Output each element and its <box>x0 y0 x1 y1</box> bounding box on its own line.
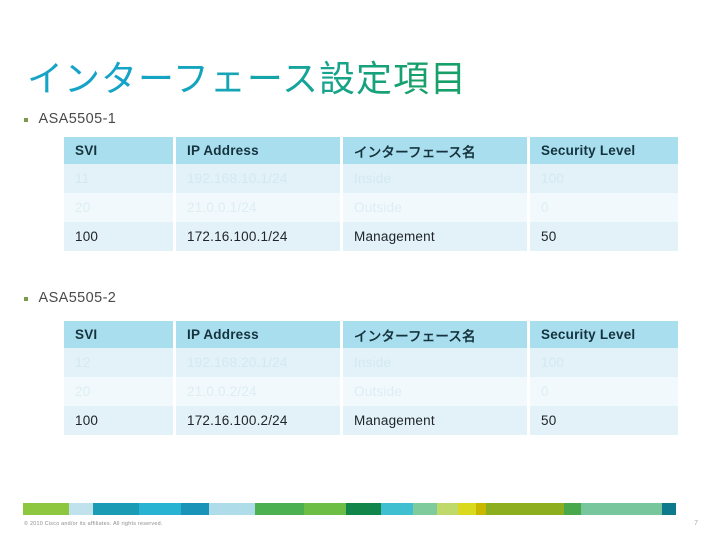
table-row: 100 172.16.100.1/24 Management 50 <box>64 222 678 251</box>
color-bar-segment-1 <box>68 503 94 515</box>
cell-ip-address: 172.16.100.1/24 <box>176 222 343 251</box>
bullet-square-icon <box>24 118 28 122</box>
column-header-interface-name: インターフェース名 <box>343 321 530 348</box>
color-bar-segment-2 <box>93 503 139 515</box>
cell-interface-name: Inside <box>343 348 530 377</box>
color-bar-segment-4 <box>180 503 210 515</box>
page-title: インターフェース設定項目 <box>27 58 468 99</box>
interface-table-asa5505-1: SVI IP Address インターフェース名 Security Level … <box>64 137 678 251</box>
color-bar-segment-0 <box>23 503 69 515</box>
color-bar-segment-14 <box>486 503 564 515</box>
bullet-label: ASA5505-2 <box>38 290 117 306</box>
cell-ip-address: 21.0.0.1/24 <box>176 193 343 222</box>
color-bar-segment-18 <box>675 503 697 515</box>
cell-svi: 100 <box>64 406 176 435</box>
cell-security-level: 0 <box>530 377 678 406</box>
column-header-ip-address: IP Address <box>176 137 343 164</box>
page-number: 7 <box>694 520 698 527</box>
column-header-svi: SVI <box>64 137 176 164</box>
color-bar-segment-16 <box>581 503 662 515</box>
column-header-interface-name: インターフェース名 <box>343 137 530 164</box>
slide-canvas: インターフェース設定項目 ASA5505-1 SVI IP Address イン… <box>0 0 720 540</box>
cell-ip-address: 21.0.0.2/24 <box>176 377 343 406</box>
table-row: 100 172.16.100.2/24 Management 50 <box>64 406 678 435</box>
footer-color-bar <box>23 503 697 515</box>
cell-svi: 12 <box>64 348 176 377</box>
cell-interface-name: Inside <box>343 164 530 193</box>
cell-security-level: 0 <box>530 193 678 222</box>
color-bar-segment-3 <box>138 503 181 515</box>
column-header-ip-address: IP Address <box>176 321 343 348</box>
interface-table-asa5505-2: SVI IP Address インターフェース名 Security Level … <box>64 321 678 435</box>
color-bar-segment-15 <box>563 503 582 515</box>
table-header-row: SVI IP Address インターフェース名 Security Level <box>64 321 678 348</box>
bullet-item-asa5505-2: ASA5505-2 <box>24 290 116 306</box>
cell-ip-address: 192.168.20.1/24 <box>176 348 343 377</box>
table-row: 20 21.0.0.1/24 Outside 0 <box>64 193 678 222</box>
bullet-square-icon <box>24 297 28 301</box>
color-bar-segment-5 <box>209 503 255 515</box>
table-header-row: SVI IP Address インターフェース名 Security Level <box>64 137 678 164</box>
cell-ip-address: 172.16.100.2/24 <box>176 406 343 435</box>
cell-interface-name: Outside <box>343 193 530 222</box>
color-bar-segment-11 <box>437 503 459 515</box>
cell-security-level: 100 <box>530 348 678 377</box>
cell-svi: 20 <box>64 193 176 222</box>
color-bar-segment-12 <box>458 503 476 515</box>
cell-svi: 100 <box>64 222 176 251</box>
color-bar-segment-7 <box>303 503 346 515</box>
cell-security-level: 50 <box>530 406 678 435</box>
cell-security-level: 50 <box>530 222 678 251</box>
color-bar-segment-8 <box>345 503 382 515</box>
color-bar-segment-13 <box>475 503 487 515</box>
color-bar-segment-17 <box>661 503 676 515</box>
color-bar-segment-6 <box>254 503 304 515</box>
table-row: 20 21.0.0.2/24 Outside 0 <box>64 377 678 406</box>
cell-interface-name: Outside <box>343 377 530 406</box>
column-header-security-level: Security Level <box>530 137 678 164</box>
cell-svi: 11 <box>64 164 176 193</box>
cell-svi: 20 <box>64 377 176 406</box>
color-bar-segment-9 <box>381 503 413 515</box>
copyright-text: © 2010 Cisco and/or its affiliates. All … <box>24 521 163 527</box>
bullet-label: ASA5505-1 <box>38 111 117 127</box>
cell-interface-name: Management <box>343 222 530 251</box>
column-header-security-level: Security Level <box>530 321 678 348</box>
table-row: 11 192.168.10.1/24 Inside 100 <box>64 164 678 193</box>
cell-security-level: 100 <box>530 164 678 193</box>
table-row: 12 192.168.20.1/24 Inside 100 <box>64 348 678 377</box>
cell-interface-name: Management <box>343 406 530 435</box>
cell-ip-address: 192.168.10.1/24 <box>176 164 343 193</box>
bullet-item-asa5505-1: ASA5505-1 <box>24 111 116 127</box>
column-header-svi: SVI <box>64 321 176 348</box>
color-bar-segment-10 <box>412 503 438 515</box>
